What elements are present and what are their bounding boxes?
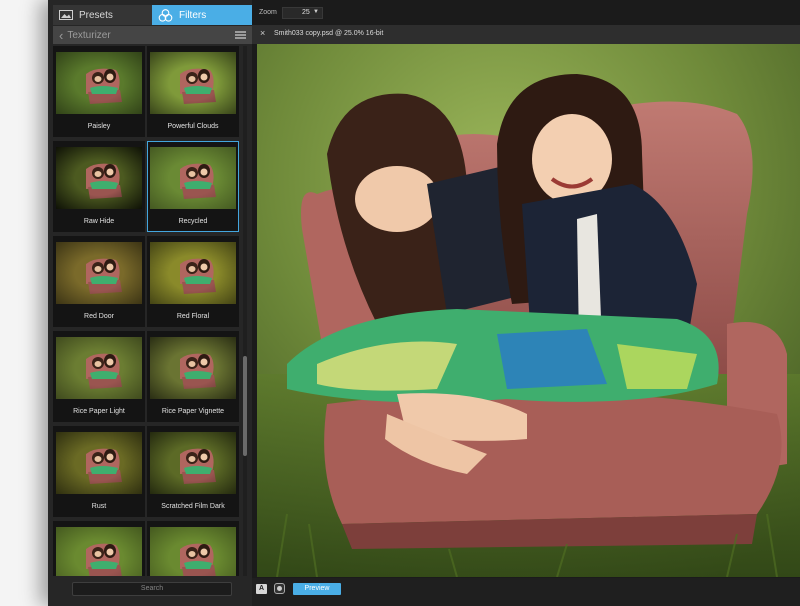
filter-preview-image [56, 432, 142, 494]
scrollbar[interactable] [243, 46, 247, 576]
tab-presets-label: Presets [79, 9, 113, 21]
filter-preview-image [150, 432, 236, 494]
filter-preview-image [56, 337, 142, 399]
filter-label: Rust [91, 503, 107, 510]
tab-presets[interactable]: Presets [53, 5, 152, 25]
app-window: Presets Filters ‹ Texturizer Paisley Powe… [48, 0, 800, 606]
tab-filters-label: Filters [179, 9, 207, 21]
filter-thumbnail[interactable]: Raw Hide [53, 141, 145, 232]
bottom-toolbar: A Preview [252, 578, 800, 606]
filter-label: Recycled [178, 218, 208, 225]
zoom-select[interactable]: 25 ▼ [282, 7, 323, 19]
filter-label: Rice Paper Light [73, 408, 125, 415]
filter-thumbnail[interactable]: Red Door [53, 236, 145, 327]
filter-label: Red Floral [176, 313, 210, 320]
filter-preview-image [56, 242, 142, 304]
image-icon [59, 10, 73, 20]
filter-thumbnail[interactable]: Scratched Film Dark [147, 426, 239, 517]
panel-tabs: Presets Filters [53, 5, 252, 25]
photo-preview [257, 44, 800, 577]
document-tab[interactable]: × Smith033 copy.psd @ 25.0% 16-bit [252, 25, 800, 44]
document-title: Smith033 copy.psd @ 25.0% 16-bit [274, 30, 384, 37]
filter-preview-image [56, 527, 142, 576]
preview-button[interactable]: Preview [293, 583, 341, 595]
filter-label: Paisley [87, 123, 111, 130]
filter-label: Rice Paper Vignette [161, 408, 225, 415]
list-view-icon[interactable] [235, 31, 246, 39]
filter-thumbnail[interactable]: Powerful Clouds [147, 46, 239, 137]
filter-preview-image [56, 147, 142, 209]
filter-thumbnail[interactable]: Paisley [53, 46, 145, 137]
filter-preview-image [150, 527, 236, 576]
compare-icon[interactable]: A [256, 584, 267, 594]
category-title: Texturizer [67, 29, 111, 41]
filter-thumbnail[interactable]: Red Floral [147, 236, 239, 327]
filter-preview-image [150, 337, 236, 399]
filters-panel: Presets Filters ‹ Texturizer Paisley Powe… [48, 0, 252, 606]
category-header: ‹ Texturizer [53, 26, 252, 44]
close-icon[interactable]: × [260, 28, 265, 38]
filter-thumbnail-grid: Paisley Powerful Clouds Raw Hide Recycled Re… [53, 46, 241, 576]
zoom-value: 25 [302, 9, 310, 16]
filter-preview-image [56, 52, 142, 114]
filter-label: Scratched Film Dark [161, 503, 225, 510]
top-toolbar: Zoom 25 ▼ [252, 0, 800, 24]
filter-thumbnail[interactable]: Rust [53, 426, 145, 517]
tab-filters[interactable]: Filters [152, 5, 252, 25]
zoom-label: Zoom [259, 9, 277, 16]
filter-thumbnail[interactable] [147, 521, 239, 576]
filter-thumbnail[interactable]: Recycled [147, 141, 239, 232]
filter-label: Red Door [84, 313, 114, 320]
scrollbar-thumb[interactable] [243, 356, 247, 456]
filter-preview-image [150, 242, 236, 304]
filter-preview-image [150, 147, 236, 209]
back-chevron-icon[interactable]: ‹ [59, 29, 63, 42]
mask-icon[interactable] [274, 583, 285, 594]
filter-thumbnail[interactable] [53, 521, 145, 576]
filter-label: Raw Hide [83, 218, 115, 225]
chevron-down-icon: ▼ [313, 9, 319, 15]
filter-label: Powerful Clouds [167, 123, 219, 130]
image-canvas[interactable] [257, 44, 800, 577]
search-input[interactable]: Search [72, 582, 232, 596]
filter-thumbnail[interactable]: Rice Paper Vignette [147, 331, 239, 422]
filter-thumbnail[interactable]: Rice Paper Light [53, 331, 145, 422]
filter-preview-image [150, 52, 236, 114]
filters-icon [158, 8, 173, 22]
